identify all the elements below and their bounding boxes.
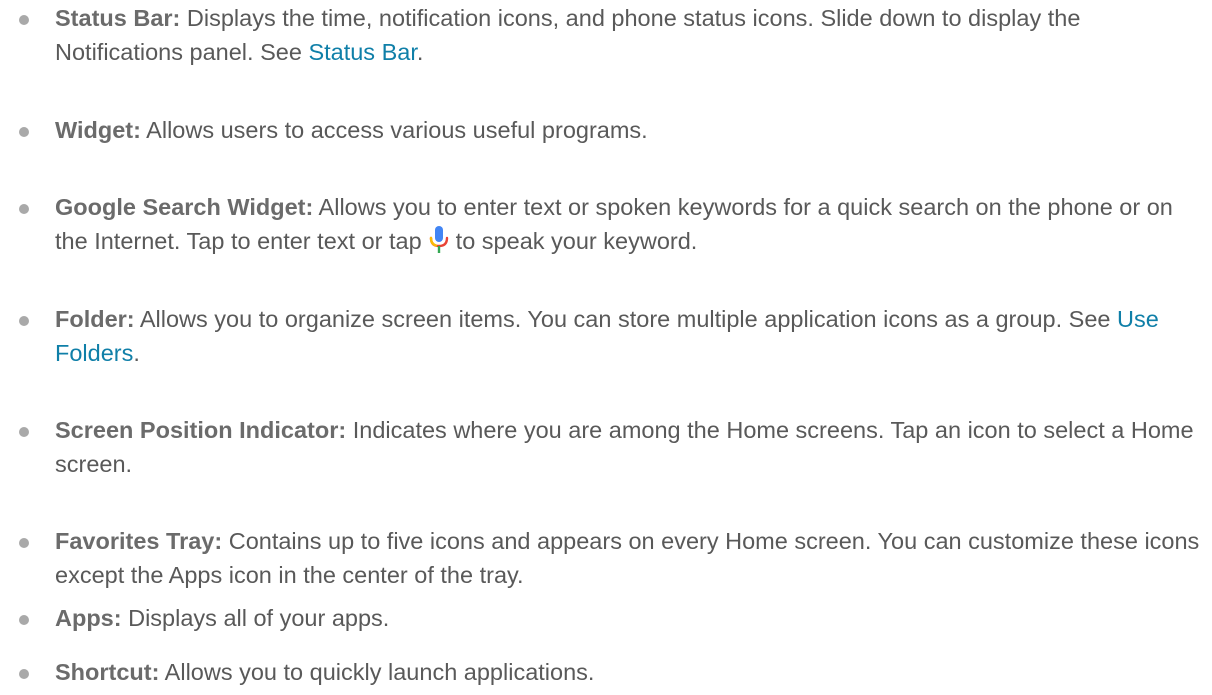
list-item-description-end: to speak your keyword. (455, 228, 698, 254)
microphone-icon (429, 226, 448, 253)
list-item-description: Allows you to organize screen items. You… (134, 306, 1117, 332)
bullet-icon (19, 15, 29, 25)
list-item-text: Widget: Allows users to access various u… (55, 113, 1205, 147)
bullet-icon (19, 669, 29, 679)
bullet-icon (19, 204, 29, 214)
list-item-term: Apps: (55, 605, 122, 631)
list-item-text: Folder: Allows you to organize screen it… (55, 302, 1205, 370)
list-item-text: Google Search Widget: Allows you to ente… (55, 190, 1205, 258)
bullet-icon (19, 316, 29, 326)
bullet-icon (19, 615, 29, 625)
list-item-text: Screen Position Indicator: Indicates whe… (55, 413, 1205, 481)
list-item-term: Google Search Widget: (55, 194, 314, 220)
bullet-icon (19, 427, 29, 437)
list-item-description: Contains up to five icons and appears on… (55, 528, 1200, 588)
list-item-text: Apps: Displays all of your apps. (55, 601, 1205, 635)
list-item-description: Allows users to access various useful pr… (140, 117, 648, 143)
list-item-term: Folder: (55, 306, 135, 332)
list-item-term: Status Bar: (55, 5, 181, 31)
list-item-description: Allows you to quickly launch application… (159, 659, 595, 685)
bullet-icon (19, 127, 29, 137)
list-item-term: Screen Position Indicator: (55, 417, 347, 443)
list-item-text: Shortcut: Allows you to quickly launch a… (55, 655, 1205, 689)
list-item-description-end: . (133, 340, 140, 366)
list-item-term: Favorites Tray: (55, 528, 223, 554)
list-item-text: Status Bar: Displays the time, notificat… (55, 1, 1205, 69)
list-item-description: Displays the time, notification icons, a… (55, 5, 1081, 65)
list-item-term: Shortcut: (55, 659, 160, 685)
list-item-text: Favorites Tray: Contains up to five icon… (55, 524, 1205, 592)
list-item-description: Displays all of your apps. (121, 605, 390, 631)
list-item-description-end: . (416, 39, 424, 65)
list-item-term: Widget: (55, 117, 141, 143)
bullet-icon (19, 538, 29, 548)
status-bar-link[interactable]: Status Bar (308, 39, 416, 65)
